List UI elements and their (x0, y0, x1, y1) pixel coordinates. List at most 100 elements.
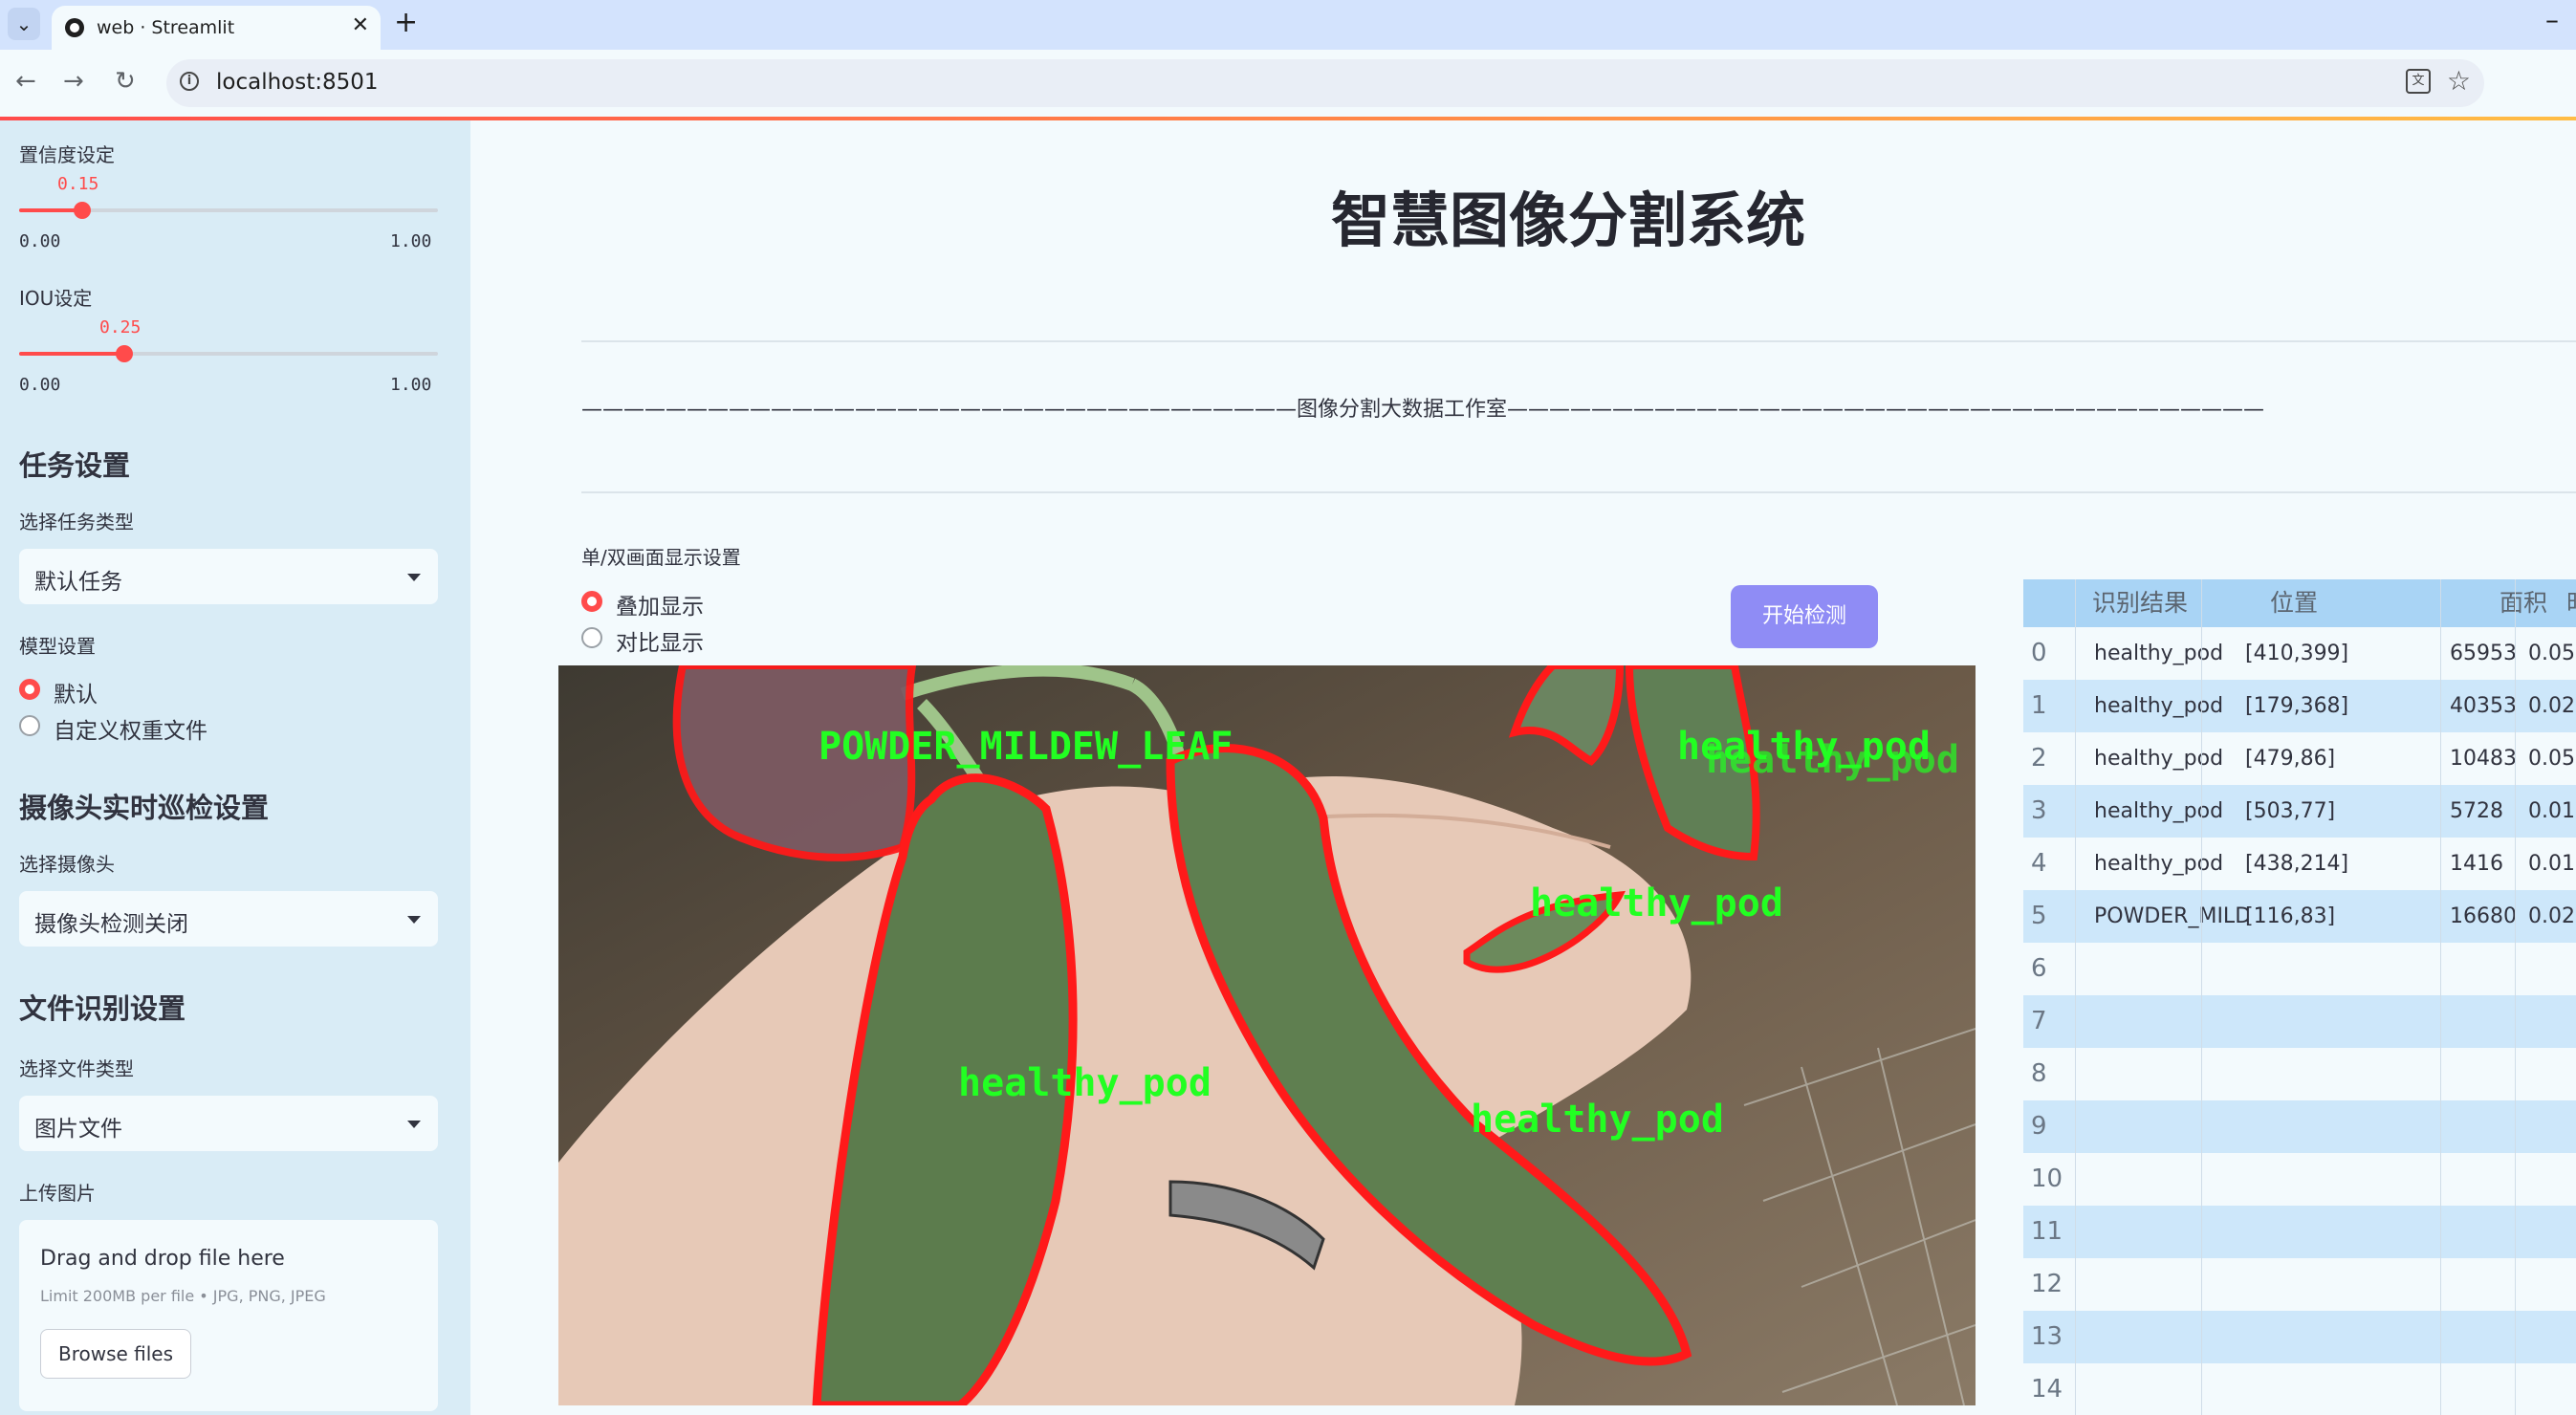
model-label: 模型设置 (19, 635, 96, 658)
table-cell-time: 0.01 (2528, 852, 2575, 876)
back-arrow-icon[interactable]: ← (15, 67, 36, 96)
upload-label: 上传图片 (19, 1182, 96, 1205)
close-tab-icon[interactable]: ✕ (352, 13, 369, 37)
table-cell-index: 2 (2031, 744, 2047, 773)
table-row[interactable]: 12 (2023, 1258, 2576, 1311)
table-cell-position: [479,86] (2245, 747, 2336, 771)
radio-selected-icon[interactable] (19, 679, 40, 700)
table-row[interactable]: 0 healthy_pod [410,399] 65953 0.05 (2023, 627, 2576, 680)
table-cell-result: healthy_pod (2094, 799, 2224, 823)
file-section-heading: 文件识别设置 (19, 992, 186, 1025)
table-cell-index: 13 (2031, 1322, 2063, 1351)
table-header-position[interactable]: 位置 (2253, 579, 2500, 627)
table-cell-index: 8 (2031, 1059, 2047, 1088)
column-divider (2440, 579, 2441, 1415)
bookmark-star-icon[interactable]: ☆ (2447, 65, 2471, 97)
overlay-label-pod-4: healthy_pod (1471, 1098, 1724, 1142)
divider (581, 491, 2576, 493)
overlay-label-pod-3: healthy_pod (958, 1061, 1212, 1105)
table-cell-index: 4 (2031, 849, 2047, 878)
file-dropzone[interactable]: Drag and drop file here Limit 200MB per … (19, 1220, 438, 1411)
browser-tab[interactable]: web · Streamlit ✕ (52, 6, 381, 50)
iou-slider-fill (19, 352, 124, 356)
table-row[interactable]: 10 (2023, 1153, 2576, 1206)
table-cell-index: 10 (2031, 1165, 2063, 1193)
table-cell-position: [438,214] (2245, 852, 2349, 876)
table-row[interactable]: 5 POWDER_MILDEW_LEAF[116,83] 16680 0.02 (2023, 890, 2576, 943)
table-row[interactable]: 9 (2023, 1100, 2576, 1153)
table-cell-index: 12 (2031, 1270, 2063, 1298)
browse-files-button[interactable]: Browse files (40, 1329, 191, 1379)
model-option-label: 自定义权重文件 (54, 719, 207, 744)
table-cell-position: [410,399] (2245, 642, 2349, 665)
start-detection-button[interactable]: 开始检测 (1731, 585, 1878, 648)
table-row[interactable]: 4 healthy_pod [438,214] 1416 0.01 (2023, 838, 2576, 890)
table-cell-result: healthy_pod (2094, 694, 2224, 718)
table-row[interactable]: 3 healthy_pod [503,77] 5728 0.01 (2023, 785, 2576, 838)
table-row[interactable]: 13 (2023, 1311, 2576, 1363)
task-type-select[interactable]: 默认任务 (19, 549, 438, 604)
table-row[interactable]: 8 (2023, 1048, 2576, 1100)
table-cell-time: 0.05 (2528, 747, 2575, 771)
browser-tab-bar: ⌄ web · Streamlit ✕ + – (0, 0, 2576, 50)
table-row[interactable]: 6 (2023, 943, 2576, 995)
table-cell-index: 0 (2031, 639, 2047, 667)
table-cell-area: 40353 (2450, 694, 2517, 718)
file-type-select[interactable]: 图片文件 (19, 1096, 438, 1151)
table-cell-index: 7 (2031, 1007, 2047, 1035)
minimize-window-icon[interactable]: – (2545, 4, 2559, 35)
translate-icon[interactable]: 文 (2406, 69, 2431, 94)
table-cell-result (2094, 1258, 2247, 1311)
confidence-slider-thumb[interactable] (73, 202, 91, 219)
table-cell-index: 6 (2031, 954, 2047, 983)
table-row[interactable]: 14 (2023, 1363, 2576, 1415)
table-cell-area: 10483 (2450, 747, 2517, 771)
table-row[interactable]: 1 healthy_pod [179,368] 40353 0.02 (2023, 680, 2576, 732)
iou-max: 1.00 (390, 375, 432, 395)
new-tab-icon[interactable]: + (394, 6, 418, 39)
task-type-value: 默认任务 (34, 570, 122, 595)
file-type-value: 图片文件 (34, 1117, 122, 1142)
display-option-label: 对比显示 (616, 631, 704, 656)
radio-unselected-icon[interactable] (581, 627, 602, 648)
results-table[interactable]: 识别结果 位置 面积 时间 0healthy_pod[410,399]65953… (2023, 579, 2576, 1415)
camera-select[interactable]: 摄像头检测关闭 (19, 891, 438, 947)
chevron-down-icon (407, 916, 421, 924)
table-header-result[interactable]: 识别结果 (2075, 579, 2270, 627)
camera-value: 摄像头检测关闭 (34, 912, 188, 937)
table-cell-result (2094, 943, 2247, 995)
confidence-slider-fill (19, 208, 82, 212)
table-cell-result: healthy_pod (2094, 747, 2224, 771)
table-cell-result: POWDER_MILDEW_LEAF (2094, 904, 2247, 928)
table-cell-index: 5 (2031, 902, 2047, 930)
forward-arrow-icon[interactable]: → (63, 67, 84, 96)
table-cell-index: 11 (2031, 1217, 2063, 1246)
site-info-icon[interactable]: i (180, 72, 199, 91)
radio-unselected-icon[interactable] (19, 715, 40, 736)
radio-selected-icon[interactable] (581, 591, 602, 612)
iou-slider-thumb[interactable] (115, 345, 133, 362)
overlay-label-pod-5: healthy_pod (1706, 738, 1959, 782)
reload-icon[interactable]: ↻ (115, 67, 136, 96)
dropzone-title: Drag and drop file here (40, 1247, 285, 1271)
table-row[interactable]: 11 (2023, 1206, 2576, 1258)
table-cell-position: [179,368] (2245, 694, 2349, 718)
url-text[interactable]: localhost:8501 (216, 70, 379, 95)
confidence-slider[interactable] (19, 202, 438, 219)
table-header-time[interactable]: 时间 (2549, 579, 2576, 627)
tab-search-dropdown-icon[interactable]: ⌄ (8, 8, 40, 40)
tab-title: web · Streamlit (97, 17, 235, 38)
address-bar[interactable]: i localhost:8501 文 ☆ (166, 59, 2484, 107)
display-mode-label: 单/双画面显示设置 (581, 546, 741, 569)
table-row[interactable]: 7 (2023, 995, 2576, 1048)
table-cell-time: 0.02 (2528, 904, 2575, 928)
table-cell-result (2094, 1363, 2247, 1415)
table-row[interactable]: 2 healthy_pod [479,86] 10483 0.05 (2023, 732, 2576, 785)
iou-slider[interactable] (19, 345, 438, 362)
studio-subtitle: ——————————————————————————————————图像分割大数… (581, 398, 2265, 422)
camera-label: 选择摄像头 (19, 853, 115, 876)
overlay-label-pod-2: healthy_pod (1530, 882, 1783, 925)
display-option-label: 叠加显示 (616, 595, 704, 620)
table-cell-index: 1 (2031, 691, 2047, 720)
table-cell-area: 16680 (2450, 904, 2517, 928)
